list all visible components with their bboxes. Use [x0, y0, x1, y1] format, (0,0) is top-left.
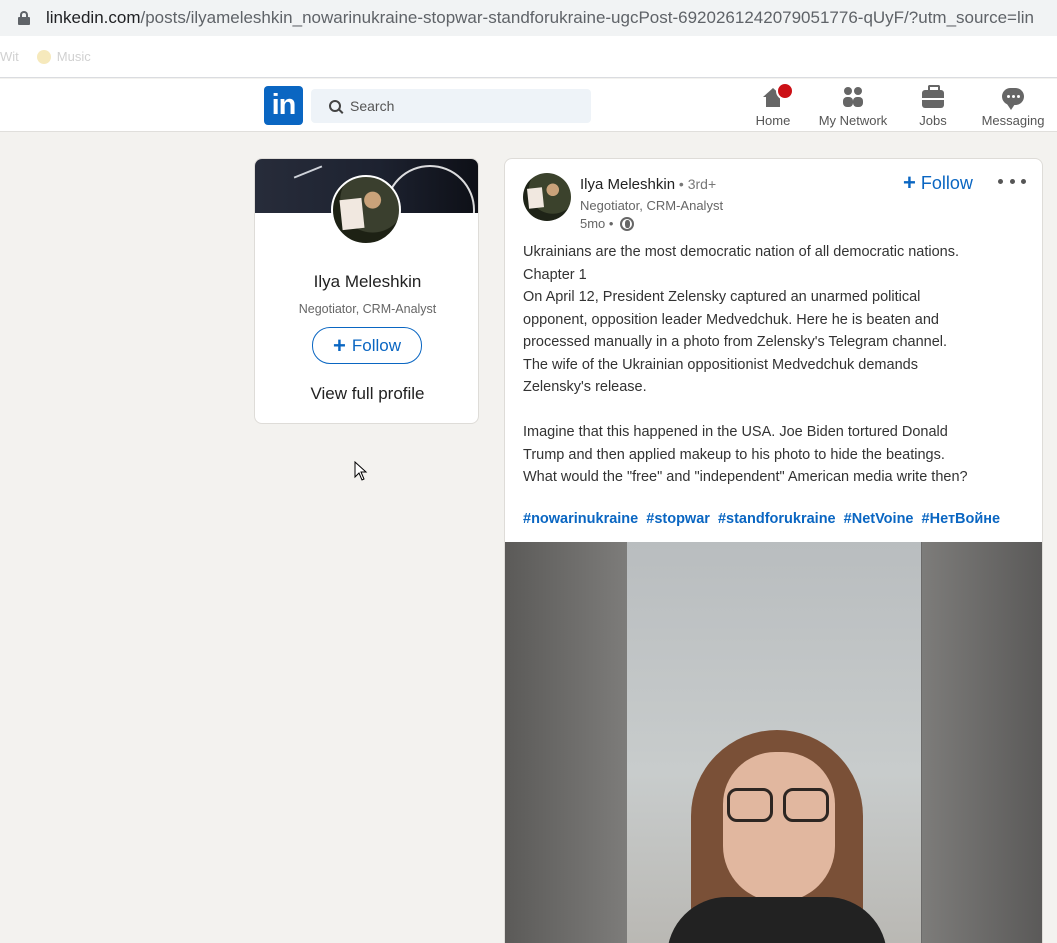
author-avatar[interactable] — [523, 173, 571, 221]
profile-card: Ilya Meleshkin Negotiator, CRM-Analyst +… — [254, 158, 479, 424]
url-text[interactable]: linkedin.com/posts/ilyameleshkin_nowarin… — [46, 8, 1034, 28]
video-person-face — [723, 752, 835, 902]
url-path: /posts/ilyameleshkin_nowarinukraine-stop… — [140, 8, 1035, 27]
video-blur-right — [922, 542, 1042, 943]
avatar[interactable] — [331, 175, 401, 245]
video-person-shirt — [667, 897, 887, 943]
people-icon — [813, 85, 893, 109]
post-video[interactable] — [505, 542, 1042, 943]
post-line: On April 12, President Zelensky captured… — [523, 289, 921, 305]
view-full-profile-link[interactable]: View full profile — [255, 384, 478, 404]
search-bar[interactable] — [311, 89, 591, 123]
nav-my-network-label: My Network — [818, 113, 888, 128]
hashtag-link[interactable]: #nowarinukraine — [523, 511, 638, 527]
nav-home-label: Home — [755, 113, 791, 128]
nav-home[interactable]: Home — [754, 82, 794, 128]
home-icon — [754, 82, 794, 109]
post-time: 5mo • — [580, 216, 614, 231]
hashtag-link[interactable]: #НетВойне — [922, 511, 1001, 527]
airplane-graphic — [293, 165, 323, 179]
video-person-glasses — [727, 788, 831, 822]
author-name[interactable]: Ilya Meleshkin — [580, 176, 675, 193]
post-timestamp: 5mo • — [580, 216, 635, 231]
search-icon — [329, 100, 341, 112]
hashtag-link[interactable]: #stopwar — [646, 511, 710, 527]
hashtag-link[interactable]: #standforukraine — [718, 511, 836, 527]
video-frame — [627, 542, 921, 943]
nav-messaging[interactable]: Messaging — [978, 85, 1048, 128]
post-hashtags: #nowarinukraine #stopwar #standforukrain… — [523, 511, 1004, 527]
follow-label: Follow — [351, 335, 401, 355]
chat-bubble-icon — [978, 85, 1048, 110]
browser-address-bar[interactable]: linkedin.com/posts/ilyameleshkin_nowarin… — [0, 0, 1057, 36]
post-follow-label: Follow — [920, 172, 973, 193]
bookmark-item[interactable]: Music — [36, 49, 91, 64]
nav-jobs[interactable]: Jobs — [914, 85, 952, 128]
bookmark-item[interactable]: Wit — [0, 49, 19, 64]
plus-icon: + — [903, 170, 916, 195]
post-line: Trump and then applied makeup to his pho… — [523, 446, 945, 463]
video-blur-left — [505, 542, 627, 943]
bookmarks-bar: Wit Music — [0, 36, 1057, 78]
lock-icon[interactable] — [18, 11, 30, 25]
bookmark-label: Music — [56, 49, 91, 64]
post-card: Ilya Meleshkin • 3rd+ Negotiator, CRM-An… — [504, 158, 1043, 943]
follow-button[interactable]: + Follow — [312, 327, 422, 364]
post-line: Chapter 1 — [523, 266, 587, 283]
hashtag-link[interactable]: #NetVoine — [844, 511, 914, 527]
mouse-cursor-icon — [354, 461, 368, 481]
globe-icon — [620, 216, 635, 231]
bookmark-favicon-icon — [36, 49, 51, 64]
post-body: Ukrainians are the most democratic natio… — [523, 241, 1028, 489]
linkedin-logo[interactable]: in — [264, 86, 303, 125]
nav-jobs-label: Jobs — [919, 113, 947, 128]
post-line — [523, 399, 1028, 422]
post-line: Imagine that this happened in the USA. J… — [523, 424, 948, 440]
profile-name[interactable]: Ilya Meleshkin — [255, 272, 478, 292]
post-line: The wife of the Ukrainian oppositionist … — [523, 356, 918, 373]
post-line: Zelensky's release. — [523, 379, 647, 395]
post-follow-button[interactable]: + Follow — [903, 171, 973, 195]
connection-degree: • 3rd+ — [675, 176, 717, 192]
more-options-icon[interactable] — [998, 169, 1026, 193]
author-headline: Negotiator, CRM-Analyst — [580, 198, 724, 213]
post-line: Ukrainians are the most democratic natio… — [523, 244, 960, 260]
briefcase-icon — [914, 85, 952, 109]
post-line: opponent, opposition leader Medvedchuk. … — [523, 311, 939, 328]
nav-messaging-label: Messaging — [981, 113, 1045, 128]
nav-my-network[interactable]: My Network — [813, 85, 893, 128]
notification-badge — [776, 82, 794, 100]
post-author[interactable]: Ilya Meleshkin • 3rd+ — [580, 176, 716, 193]
search-input[interactable] — [350, 98, 550, 114]
post-line: processed manually in a photo from Zelen… — [523, 334, 948, 350]
url-domain: linkedin.com — [46, 8, 141, 27]
profile-headline: Negotiator, CRM-Analyst — [298, 302, 437, 316]
bookmark-label: Wit — [0, 49, 19, 64]
plus-icon: + — [333, 332, 346, 358]
post-line: What would the "free" and "independent" … — [523, 469, 968, 485]
linkedin-header: in Home My Network Jobs Messaging — [0, 79, 1057, 132]
